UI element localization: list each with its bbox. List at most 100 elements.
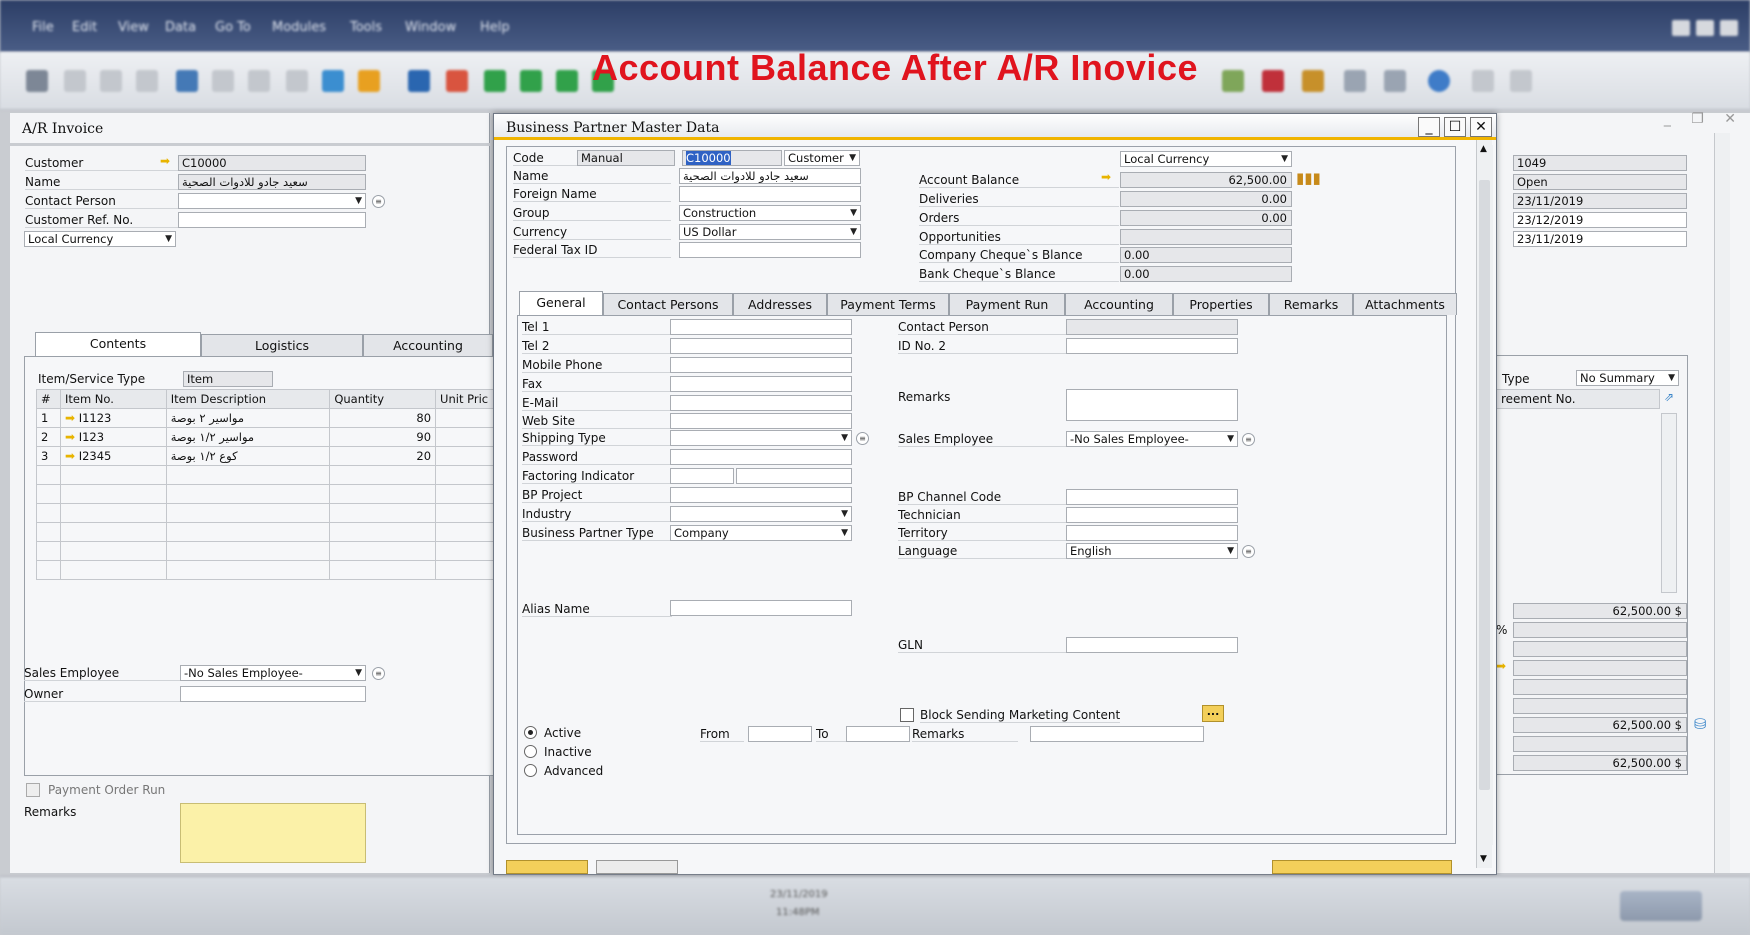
agreement-col-header[interactable]: reement No.	[1496, 389, 1660, 409]
tel1-field[interactable]	[670, 319, 852, 335]
tab-payment-run[interactable]: Payment Run	[949, 293, 1065, 315]
inactive-radio[interactable]	[524, 745, 537, 758]
tab-attachments[interactable]: Attachments	[1353, 293, 1457, 315]
email-field[interactable]	[670, 395, 852, 411]
scroll-down-icon[interactable]: ▼	[1480, 854, 1487, 864]
tab-logistics[interactable]: Logistics	[201, 334, 363, 356]
tel2-field[interactable]	[670, 338, 852, 354]
posting-date-field[interactable]: 23/11/2019	[1513, 193, 1687, 209]
list-icon[interactable]: ≡	[372, 667, 385, 680]
menu-data[interactable]: Data	[165, 20, 196, 35]
ok-button[interactable]	[506, 860, 588, 874]
language-select[interactable]: English	[1066, 543, 1238, 559]
col-quantity[interactable]: Quantity	[329, 389, 437, 409]
sales-employee-select[interactable]: -No Sales Employee-	[180, 665, 366, 681]
table-row[interactable]	[36, 503, 506, 523]
menu-help[interactable]: Help	[480, 20, 510, 35]
tab-addresses[interactable]: Addresses	[733, 293, 827, 315]
tab-contents[interactable]: Contents	[35, 332, 201, 356]
contact-person-field[interactable]	[1066, 319, 1238, 335]
customer-ref-field[interactable]	[178, 212, 366, 228]
remarks-textarea[interactable]	[180, 803, 366, 863]
table-row[interactable]	[36, 484, 506, 504]
name-field[interactable]: سعيد جادو للادوات الصحية	[178, 174, 366, 190]
channel-code-field[interactable]	[1066, 489, 1238, 505]
gln-field[interactable]	[1066, 637, 1238, 653]
menu-edit[interactable]: Edit	[72, 20, 97, 35]
menu-view[interactable]: View	[118, 20, 149, 35]
col-item-no[interactable]: Item No.	[59, 389, 167, 409]
table-row[interactable]	[36, 560, 506, 580]
col-item-desc[interactable]: Item Description	[165, 389, 331, 409]
status-field[interactable]: Open	[1513, 174, 1687, 190]
applied-field[interactable]	[1513, 736, 1687, 752]
group-select[interactable]: Construction	[679, 205, 861, 221]
fax-field[interactable]	[670, 376, 852, 392]
link-arrow-icon[interactable]: ➡	[65, 430, 75, 444]
tab-accounting[interactable]: Accounting	[363, 334, 493, 356]
you-can-also-button[interactable]	[1272, 860, 1452, 874]
industry-select[interactable]	[670, 506, 852, 522]
bp-type-select[interactable]: Customer	[784, 150, 860, 166]
factoring-code-field[interactable]	[670, 468, 734, 484]
table-row[interactable]	[36, 465, 506, 485]
currency-select[interactable]: US Dollar	[679, 224, 861, 240]
minimize-icon[interactable]	[1672, 20, 1690, 36]
more-options-button[interactable]: ...	[1202, 705, 1224, 722]
bp-window-scrollbar[interactable]: ▲ ▼	[1476, 140, 1492, 868]
currency-view-select[interactable]: Local Currency	[1120, 151, 1292, 167]
item-desc[interactable]: مواسير ١/٢ بوصة	[165, 427, 331, 447]
active-radio[interactable]	[524, 726, 537, 739]
close-icon[interactable]	[1720, 20, 1738, 36]
item-desc[interactable]: مواسير ٢ بوصة	[165, 408, 331, 428]
due-date-field[interactable]: 23/12/2019	[1513, 212, 1687, 228]
tab-accounting[interactable]: Accounting	[1065, 293, 1173, 315]
shipping-type-select[interactable]	[670, 430, 852, 446]
cancel-button[interactable]	[596, 860, 678, 874]
minimize-icon[interactable]: _	[1418, 117, 1440, 137]
tab-remarks[interactable]: Remarks	[1269, 293, 1353, 315]
bar-chart-icon[interactable]: ▮▮▮	[1296, 169, 1321, 187]
link-arrow-icon[interactable]: ➡	[1101, 170, 1111, 184]
owner-field[interactable]	[180, 686, 366, 702]
col-num[interactable]: #	[36, 389, 61, 409]
bp-project-field[interactable]	[670, 487, 852, 503]
link-arrow-icon[interactable]: ➡	[160, 154, 170, 168]
maximize-icon[interactable]: ☐	[1444, 117, 1466, 137]
federal-tax-field[interactable]	[679, 242, 861, 258]
quantity[interactable]: 80	[329, 408, 437, 428]
foreign-name-field[interactable]	[679, 186, 861, 202]
document-date-field[interactable]: 23/11/2019	[1513, 231, 1687, 247]
grid-scrollbar[interactable]	[1661, 413, 1677, 593]
id-no2-field[interactable]	[1066, 338, 1238, 354]
website-field[interactable]	[670, 413, 852, 429]
discount-field[interactable]	[1513, 622, 1687, 638]
payment-icon[interactable]: ⛁	[1694, 715, 1707, 733]
table-row[interactable]: 2 ➡ I123 مواسير ١/٢ بوصة 90	[36, 427, 506, 447]
menu-file[interactable]: File	[32, 20, 54, 35]
item-no-cell[interactable]: ➡ I123	[59, 427, 167, 447]
menu-tools[interactable]: Tools	[350, 20, 382, 35]
item-type-field[interactable]: Item	[183, 371, 273, 387]
wtax-field[interactable]	[1513, 698, 1687, 714]
advanced-radio[interactable]	[524, 764, 537, 777]
menu-modules[interactable]: Modules	[272, 20, 326, 35]
bp-name-field[interactable]: سعيد جادو للادوات الصحية	[679, 168, 861, 184]
list-icon[interactable]: ≡	[856, 432, 869, 445]
menu-window[interactable]: Window	[405, 20, 456, 35]
to-date-field[interactable]	[846, 726, 910, 742]
code-series-field[interactable]: Manual	[577, 150, 675, 166]
payment-order-checkbox[interactable]	[26, 783, 40, 797]
item-no-cell[interactable]: ➡ I1123	[59, 408, 167, 428]
rounding-field[interactable]	[1513, 660, 1687, 676]
password-field[interactable]	[670, 449, 852, 465]
list-icon[interactable]: ≡	[1242, 433, 1255, 446]
from-date-field[interactable]	[748, 726, 812, 742]
customer-field[interactable]: C10000	[178, 155, 366, 171]
freight-field[interactable]	[1513, 641, 1687, 657]
list-icon[interactable]: ≡	[372, 195, 385, 208]
tab-properties[interactable]: Properties	[1173, 293, 1269, 315]
tax-field[interactable]	[1513, 679, 1687, 695]
doc-number-field[interactable]: 1049	[1513, 155, 1687, 171]
status-remarks-field[interactable]	[1030, 726, 1204, 742]
